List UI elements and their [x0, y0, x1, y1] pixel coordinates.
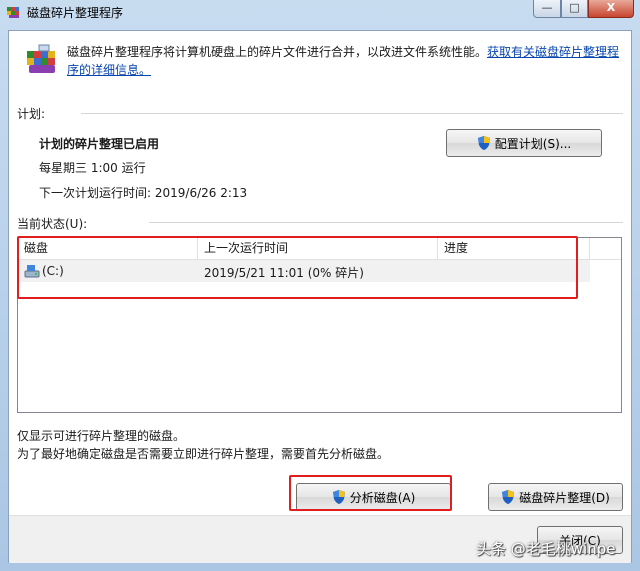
schedule-frequency: 每星期三 1:00 运行 [39, 161, 146, 175]
configure-schedule-button[interactable]: 配置计划(S)... [446, 129, 602, 157]
highlight-box-analyze [289, 475, 452, 511]
defrag-disk-button[interactable]: 磁盘碎片整理(D) [488, 483, 623, 511]
highlight-box-disk-list [17, 236, 578, 299]
column-header-filler [590, 238, 621, 260]
schedule-next-run: 下一次计划运行时间: 2019/6/26 2:13 [39, 186, 248, 200]
uac-shield-icon [477, 136, 490, 150]
description: 磁盘碎片整理程序将计算机硬盘上的碎片文件进行合并，以改进文件系统性能。获取有关磁… [67, 43, 627, 79]
schedule-section-label: 计划: [17, 107, 46, 121]
watermark-text: 头条 @老毛桃winpe [476, 540, 616, 558]
note-line-2: 为了最好地确定磁盘是否需要立即进行碎片整理，需要首先分析磁盘。 [17, 447, 390, 461]
uac-shield-icon [502, 490, 515, 504]
description-text: 磁盘碎片整理程序将计算机硬盘上的碎片文件进行合并，以改进文件系统性能。 [67, 45, 488, 59]
maximize-button[interactable]: □ [561, 0, 588, 18]
defrag-window: 磁盘碎片整理程序 — □ X 磁盘碎片整理程序将计算机硬盘上的碎片文件进行合并，… [0, 0, 640, 571]
current-status-label: 当前状态(U): [17, 217, 88, 231]
schedule-status: 计划的碎片整理已启用 [39, 137, 160, 151]
status-divider [149, 222, 623, 223]
note-line-1: 仅显示可进行碎片整理的磁盘。 [17, 429, 186, 443]
defrag-disk-icon [27, 44, 55, 73]
schedule-divider [81, 113, 623, 114]
window-title: 磁盘碎片整理程序 [27, 6, 124, 20]
defrag-app-icon [7, 7, 19, 18]
close-window-button[interactable]: X [588, 0, 634, 18]
title-bar[interactable]: 磁盘碎片整理程序 — □ X [0, 0, 640, 24]
client-area: 磁盘碎片整理程序将计算机硬盘上的碎片文件进行合并，以改进文件系统性能。获取有关磁… [8, 30, 632, 563]
minimize-button[interactable]: — [533, 0, 561, 18]
defrag-disk-label: 磁盘碎片整理(D) [519, 490, 610, 505]
configure-schedule-label: 配置计划(S)... [494, 136, 572, 151]
